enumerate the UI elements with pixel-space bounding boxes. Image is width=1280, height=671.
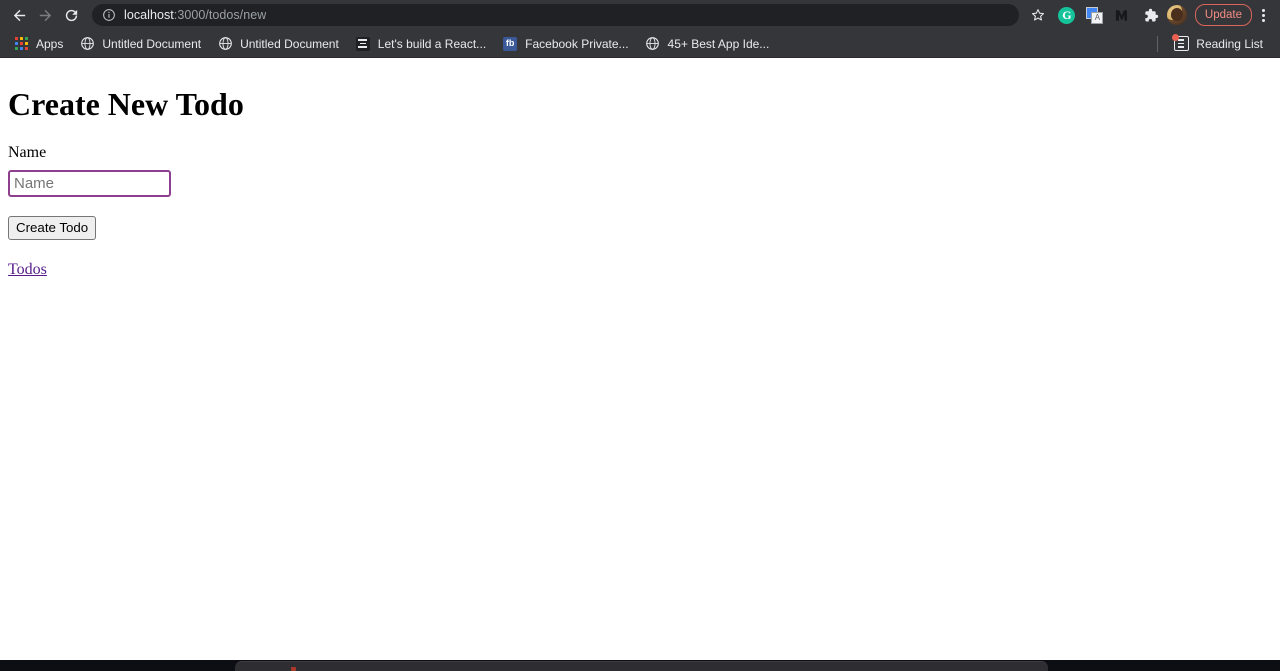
bookmark-apps[interactable]: Apps bbox=[6, 33, 70, 55]
kebab-dot bbox=[1261, 13, 1265, 17]
bookmark-star-button[interactable] bbox=[1025, 2, 1051, 28]
desktop-dock[interactable] bbox=[235, 661, 1048, 671]
bookmark-untitled-document-1[interactable]: Untitled Document bbox=[72, 33, 208, 55]
forward-button[interactable] bbox=[32, 2, 58, 28]
arrow-right-icon bbox=[39, 9, 51, 21]
bookmark-label: Untitled Document bbox=[102, 36, 202, 51]
create-todo-button[interactable]: Create Todo bbox=[8, 216, 97, 240]
globe-icon bbox=[217, 36, 233, 52]
globe-icon bbox=[645, 36, 661, 52]
translate-icon: A bbox=[1086, 6, 1104, 24]
medium-icon bbox=[1116, 9, 1128, 21]
back-button[interactable] bbox=[6, 2, 32, 28]
bookmark-label: Untitled Document bbox=[240, 36, 339, 51]
address-bar[interactable]: localhost:3000/todos/new bbox=[92, 4, 1019, 26]
reading-list-button[interactable]: Reading List bbox=[1166, 33, 1270, 55]
kebab-dot bbox=[1261, 8, 1265, 12]
todos-link[interactable]: Todos bbox=[8, 260, 47, 279]
site-info-icon[interactable] bbox=[102, 8, 116, 22]
address-bar-url: localhost:3000/todos/new bbox=[124, 8, 266, 22]
reload-button[interactable] bbox=[58, 2, 84, 28]
arrow-left-icon bbox=[13, 9, 25, 21]
bookmark-label: Let's build a React... bbox=[377, 36, 487, 51]
medium-extension-button[interactable] bbox=[1110, 2, 1136, 28]
bookmark-untitled-document-2[interactable]: Untitled Document bbox=[210, 33, 346, 55]
browser-chrome: localhost:3000/todos/new G A Update Apps… bbox=[0, 0, 1280, 58]
grammarly-extension-button[interactable]: G bbox=[1054, 2, 1080, 28]
grammarly-icon: G bbox=[1058, 6, 1076, 24]
reading-list-icon bbox=[1171, 34, 1189, 52]
apps-grid-icon bbox=[13, 36, 29, 52]
browser-window: localhost:3000/todos/new G A Update Apps… bbox=[0, 0, 1280, 671]
extensions-button[interactable] bbox=[1138, 2, 1164, 28]
url-path: :3000/todos/new bbox=[173, 8, 267, 22]
reading-list-label: Reading List bbox=[1196, 36, 1263, 51]
page-title: Create New Todo bbox=[8, 86, 244, 122]
bookmark-lets-build-a-react[interactable]: Let's build a React... bbox=[348, 33, 493, 55]
reload-icon bbox=[65, 9, 77, 21]
divider bbox=[1157, 35, 1159, 52]
chrome-menu-button[interactable] bbox=[1252, 2, 1274, 28]
name-input[interactable] bbox=[8, 170, 171, 198]
page-body: Create New Todo Name Create Todo Todos bbox=[0, 58, 1280, 287]
bookmark-label: Apps bbox=[36, 36, 64, 51]
name-field-label: Name bbox=[8, 144, 47, 162]
profile-avatar[interactable] bbox=[1166, 5, 1187, 25]
bookmarks-bar-right: Reading List bbox=[1157, 33, 1272, 55]
bookmarks-bar: Apps Untitled Document Untitled Document… bbox=[0, 30, 1280, 58]
article-lines-icon bbox=[355, 36, 371, 52]
bookmark-label: 45+ Best App Ide... bbox=[667, 36, 770, 51]
bookmark-45-best-app-ideas[interactable]: 45+ Best App Ide... bbox=[638, 33, 777, 55]
dock-indicator bbox=[291, 667, 296, 671]
google-translate-extension-button[interactable]: A bbox=[1082, 2, 1108, 28]
update-button[interactable]: Update bbox=[1194, 4, 1252, 26]
url-host: localhost bbox=[124, 8, 174, 22]
browser-toolbar: localhost:3000/todos/new G A Update bbox=[0, 0, 1280, 30]
puzzle-piece-icon bbox=[1145, 8, 1159, 22]
bookmark-facebook-private[interactable]: fb Facebook Private... bbox=[495, 33, 635, 55]
kebab-dot bbox=[1261, 18, 1265, 22]
globe-icon bbox=[79, 36, 95, 52]
star-icon bbox=[1031, 9, 1044, 21]
facebook-icon: fb bbox=[502, 36, 518, 52]
page-viewport: Create New Todo Name Create Todo Todos bbox=[0, 58, 1280, 660]
bookmark-label: Facebook Private... bbox=[525, 36, 629, 51]
